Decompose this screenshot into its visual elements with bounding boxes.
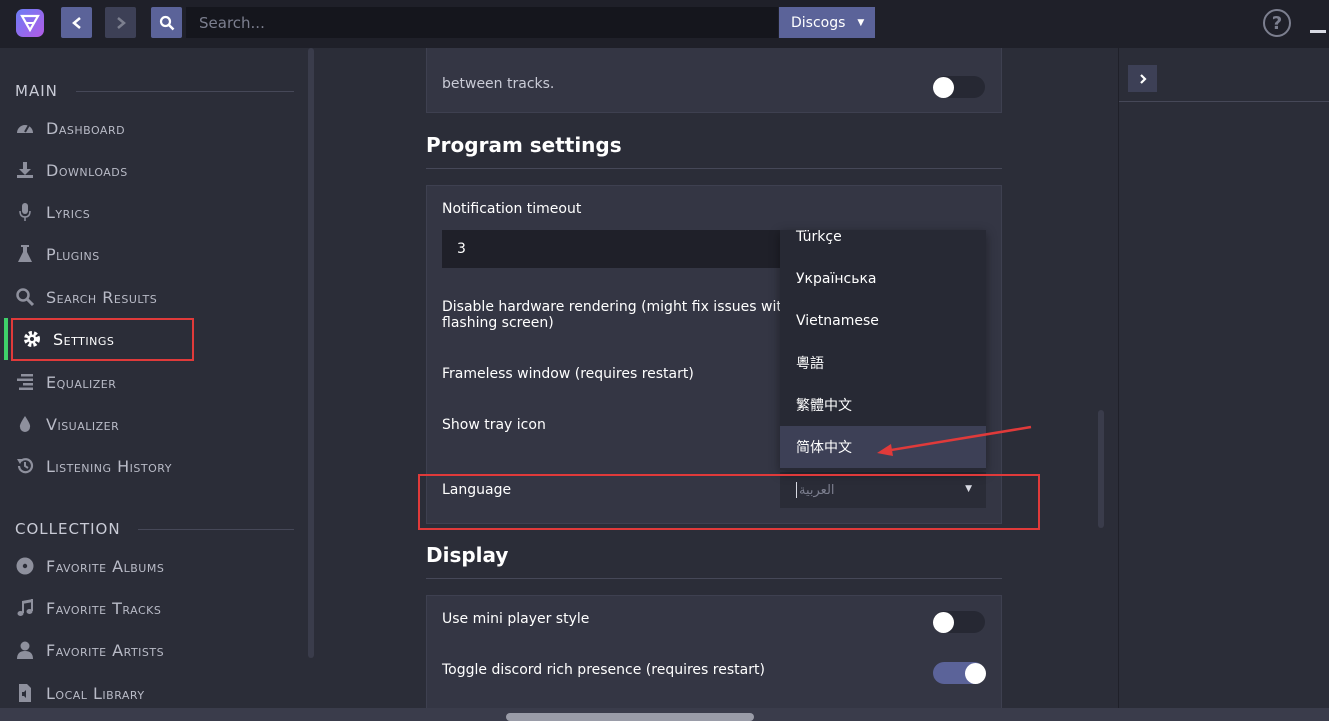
search-button[interactable] [151,7,182,38]
sidebar-scrollbar[interactable] [308,48,314,658]
sidebar-item-equalizer[interactable]: Equalizer [15,367,116,397]
right-panel [1118,48,1329,708]
disc-icon [15,556,35,576]
toggle-knob [965,663,986,684]
toggle-knob [933,77,954,98]
collection-section-title: COLLECTION [15,520,121,538]
equalizer-icon [15,372,35,392]
hardware-rendering-line-2: flashing screen) [442,315,554,331]
chevron-left-icon [71,16,81,29]
gapless-toggle[interactable] [933,76,985,98]
divider [76,91,294,92]
sidebar: MAIN Dashboard Downloads Lyrics Plugins … [0,48,316,708]
chevron-right-icon [116,16,126,29]
sidebar-item-plugins[interactable]: Plugins [15,239,100,269]
language-option-turkish[interactable]: Türkçe [780,230,986,258]
discord-presence-label: Toggle discord rich presence (requires r… [442,662,765,678]
caret-down-icon: ▼ [857,17,865,28]
sidebar-item-local-library[interactable]: Local Library [15,678,145,708]
sidebar-item-dashboard[interactable]: Dashboard [15,113,125,143]
sidebar-item-favorite-artists[interactable]: Favorite Artists [15,635,164,665]
sidebar-item-label: Favorite Artists [46,640,165,660]
sidebar-item-search-results[interactable]: Search Results [15,282,157,312]
sidebar-item-label: Favorite Tracks [46,598,162,618]
microphone-icon [15,202,35,222]
sidebar-item-label: Lyrics [46,202,91,222]
search-provider-select[interactable]: Discogs ▼ [779,7,875,38]
tray-icon-label: Show tray icon [442,417,546,433]
hardware-rendering-label: Disable hardware rendering (might fix is… [442,299,818,331]
sidebar-item-label: Search Results [46,287,158,307]
sidebar-item-downloads[interactable]: Downloads [15,155,128,185]
music-note-icon [15,598,35,618]
sidebar-item-label: Downloads [46,160,128,180]
language-option-traditional-chinese[interactable]: 繁體中文 [780,384,986,426]
divider [1119,101,1329,102]
main-section-title: MAIN [15,82,58,100]
provider-label: Discogs [791,14,846,31]
chevron-right-icon [1139,73,1147,84]
gear-icon [22,329,42,349]
user-icon [15,640,35,660]
sidebar-item-settings[interactable]: Settings [22,324,114,354]
annotation-arrow-icon [877,425,1032,456]
dashboard-icon [15,118,35,138]
program-settings-heading: Program settings [426,133,622,157]
display-heading: Display [426,543,509,567]
minimize-button[interactable] [1310,30,1326,33]
language-option-ukrainian[interactable]: Українська [780,258,986,300]
help-icon[interactable]: ? [1263,9,1291,37]
settings-scrollbar[interactable] [1098,410,1104,528]
file-audio-icon [15,683,35,703]
active-indicator [4,318,8,360]
drop-icon [15,414,35,434]
divider [426,578,1002,579]
sidebar-item-label: Equalizer [46,372,117,392]
mini-player-label: Use mini player style [442,611,590,627]
language-option-vietnamese[interactable]: Vietnamese [780,300,986,342]
flask-icon [15,244,35,264]
toggle-knob [933,612,954,633]
hardware-rendering-line-1: Disable hardware rendering (might fix is… [442,299,819,315]
forward-button[interactable] [105,7,136,38]
sidebar-item-label: Visualizer [46,414,120,434]
sidebar-item-label: Listening History [46,456,172,476]
sidebar-item-label: Plugins [46,244,100,264]
previous-setting-text: between tracks. [442,76,555,92]
divider [426,168,1002,169]
discord-presence-toggle[interactable] [933,662,986,684]
mini-player-toggle[interactable] [933,611,985,633]
sidebar-item-listening-history[interactable]: Listening History [15,451,172,481]
annotation-highlight-box [418,474,1040,530]
search-input[interactable] [186,7,778,38]
search-icon [159,15,174,30]
settings-panel: between tracks. Program settings Notific… [316,48,1118,708]
app-logo-icon [16,9,44,37]
sidebar-item-visualizer[interactable]: Visualizer [15,409,119,439]
back-button[interactable] [61,7,92,38]
sidebar-item-label: Settings [53,329,115,349]
notification-timeout-label: Notification timeout [442,201,582,217]
sidebar-item-label: Local Library [46,683,145,703]
horizontal-scrollbar[interactable] [506,713,754,721]
history-icon [15,456,35,476]
divider [138,529,294,530]
sidebar-item-lyrics[interactable]: Lyrics [15,197,90,227]
search-icon [15,287,35,307]
download-icon [15,160,35,180]
sidebar-item-favorite-tracks[interactable]: Favorite Tracks [15,593,161,623]
bottom-bar [0,708,1329,721]
frameless-window-label: Frameless window (requires restart) [442,366,694,382]
language-option-cantonese[interactable]: 粵語 [780,342,986,384]
help-symbol: ? [1271,12,1283,34]
sidebar-item-favorite-albums[interactable]: Favorite Albums [15,551,164,581]
expand-panel-button[interactable] [1128,65,1157,92]
top-bar: Discogs ▼ ? [0,0,1329,48]
sidebar-item-label: Dashboard [46,118,126,138]
sidebar-item-label: Favorite Albums [46,556,165,576]
